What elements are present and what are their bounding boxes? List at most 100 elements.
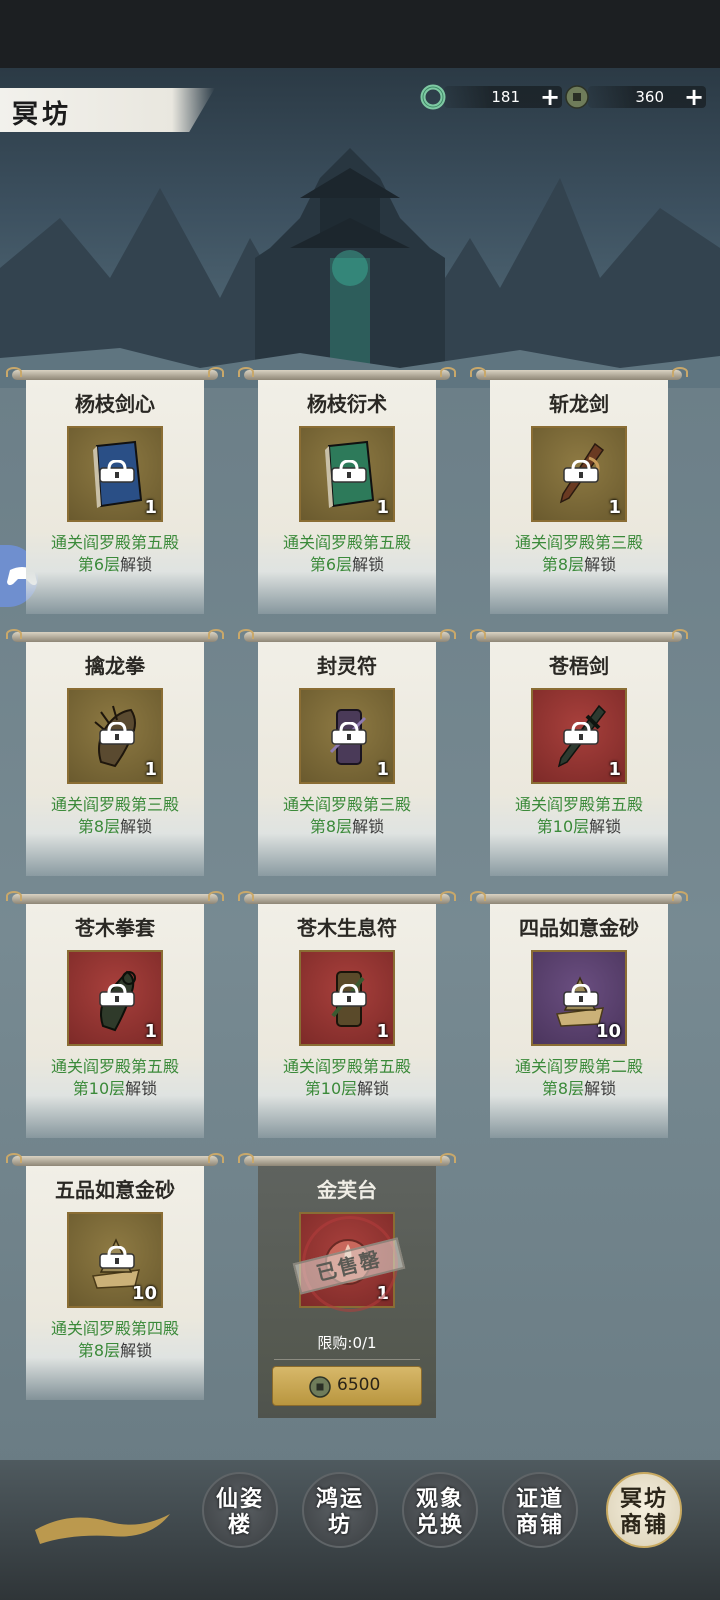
unlock-floor: 第6层 [309,555,353,574]
item-frame: 10 [67,1212,163,1308]
nav-label-line-1: 观象 [415,1486,464,1512]
nav-label-line-1: 证道 [515,1486,564,1512]
shop-card[interactable]: 苍木拳套 1 通关阎罗殿第五殿 第10层解锁 [6,891,224,1142]
unlock-line-2: 第6层解锁 [20,554,210,576]
scroll-rod [6,891,224,904]
scroll-rod [6,1153,224,1166]
nav-label-line-2: 楼 [227,1512,252,1538]
unlock-line-2: 第8层解锁 [252,816,442,838]
scroll-rod [470,367,688,380]
lock-icon [99,1246,135,1269]
item-quantity: 1 [144,759,157,780]
nav-label-line-1: 仙姿 [215,1486,264,1512]
shop-card[interactable]: 杨枝剑心 1 通关阎罗殿第五殿 第6层解锁 [6,367,224,618]
unlock-floor: 第8层 [77,817,121,836]
shop-card[interactable]: 四品如意金砂 10 通关阎罗殿第二殿 第8层解锁 [470,891,688,1142]
item-name: 金芙台 [317,1178,377,1202]
nav-label-line-2: 兑换 [415,1512,464,1538]
item-name: 五品如意金砂 [55,1178,175,1202]
nav-hongyun-shop[interactable]: 鸿运 坊 [302,1472,378,1548]
item-quantity: 10 [131,1283,157,1304]
nav-zhengdao-shop[interactable]: 证道 商铺 [502,1472,578,1548]
title-banner: 冥坊 [0,88,215,132]
unlock-floor: 第8层 [77,1341,121,1360]
jade-add-button[interactable]: + [538,82,562,112]
lock-icon [99,722,135,745]
shop-card[interactable]: 苍木生息符 1 通关阎罗殿第五殿 第10层解锁 [238,891,456,1142]
nav-label-line-1: 冥坊 [619,1486,668,1512]
lock-icon [563,460,599,483]
coin-add-button[interactable]: + [682,82,706,112]
unlock-suffix: 解锁 [120,817,153,836]
nav-label-line-2: 坊 [327,1512,352,1538]
copper-coin-icon [309,1376,331,1398]
shop-card[interactable]: 封灵符 1 通关阎罗殿第三殿 第8层解锁 [238,629,456,880]
item-frame: 1 [67,950,163,1046]
unlock-line-1: 通关阎罗殿第五殿 [514,795,643,814]
unlock-floor: 第10层 [304,1079,358,1098]
unlock-suffix: 解锁 [120,555,153,574]
scroll-rod [6,367,224,380]
lock-icon [563,984,599,1007]
unlock-line-2: 第8层解锁 [484,1078,674,1100]
item-frame: 1 [531,426,627,522]
jade-currency: 181 + [420,82,562,112]
unlock-condition: 通关阎罗殿第五殿 第10层解锁 [252,1056,442,1100]
item-frame: 10 [531,950,627,1046]
item-quantity: 1 [608,497,621,518]
shop-card[interactable]: 苍梧剑 1 通关阎罗殿第五殿 第10层解锁 [470,629,688,880]
shop-card[interactable]: 斩龙剑 1 通关阎罗殿第三殿 第8层解锁 [470,367,688,618]
price-value: 6500 [337,1375,381,1395]
lock-icon [331,984,367,1007]
item-name: 擒龙拳 [85,654,145,678]
unlock-condition: 通关阎罗殿第三殿 第8层解锁 [20,794,210,838]
item-quantity: 1 [144,1021,157,1042]
unlock-suffix: 解锁 [352,817,385,836]
item-name: 苍木拳套 [75,916,155,940]
shop-card[interactable]: 杨枝衍术 1 通关阎罗殿第五殿 第6层解锁 [238,367,456,618]
unlock-suffix: 解锁 [584,1079,617,1098]
status-bar [0,0,720,68]
coin-currency: 360 + [564,82,706,112]
unlock-line-1: 通关阎罗殿第四殿 [50,1319,179,1338]
unlock-line-2: 第8层解锁 [20,816,210,838]
item-quantity: 1 [376,497,389,518]
scroll-rod [6,629,224,642]
nav-guanxiang-exchange[interactable]: 观象 兑换 [402,1472,478,1548]
unlock-condition: 通关阎罗殿第三殿 第8层解锁 [252,794,442,838]
unlock-condition: 通关阎罗殿第五殿 第6层解锁 [252,532,442,576]
unlock-condition: 通关阎罗殿第五殿 第10层解锁 [484,794,674,838]
sold-out-card[interactable]: 金芙台 1 已售罄 限购:0/1 6500 [238,1153,456,1418]
unlock-line-1: 通关阎罗殿第三殿 [282,795,411,814]
nav-xianzi-tower[interactable]: 仙姿 楼 [202,1472,278,1548]
shop-card[interactable]: 五品如意金砂 10 通关阎罗殿第四殿 第8层解锁 [6,1153,224,1404]
buy-button[interactable]: 6500 [272,1366,422,1406]
lock-icon [563,722,599,745]
nav-label-line-1: 鸿运 [315,1486,364,1512]
item-name: 四品如意金砂 [519,916,639,940]
scroll-rod [238,1153,456,1166]
unlock-line-1: 通关阎罗殿第三殿 [50,795,179,814]
unlock-floor: 第8层 [309,817,353,836]
item-name: 杨枝剑心 [75,392,155,416]
unlock-condition: 通关阎罗殿第二殿 第8层解锁 [484,1056,674,1100]
lock-icon [99,984,135,1007]
item-name: 苍梧剑 [549,654,609,678]
unlock-line-1: 通关阎罗殿第三殿 [514,533,643,552]
item-frame: 1 [67,426,163,522]
unlock-condition: 通关阎罗殿第五殿 第6层解锁 [20,532,210,576]
unlock-line-2: 第10层解锁 [20,1078,210,1100]
nav-mingfang-shop[interactable]: 冥坊 商铺 [606,1472,682,1548]
scroll-rod [238,367,456,380]
jade-currency-value: 181 [491,88,520,106]
item-frame: 1 [67,688,163,784]
lock-icon [331,722,367,745]
shop-card[interactable]: 擒龙拳 1 通关阎罗殿第三殿 第8层解锁 [6,629,224,880]
unlock-line-1: 通关阎罗殿第五殿 [282,533,411,552]
jade-ring-icon [420,84,446,110]
unlock-line-2: 第10层解锁 [252,1078,442,1100]
item-quantity: 1 [376,759,389,780]
unlock-suffix: 解锁 [125,1079,158,1098]
item-name: 苍木生息符 [297,916,397,940]
unlock-floor: 第10层 [536,817,590,836]
